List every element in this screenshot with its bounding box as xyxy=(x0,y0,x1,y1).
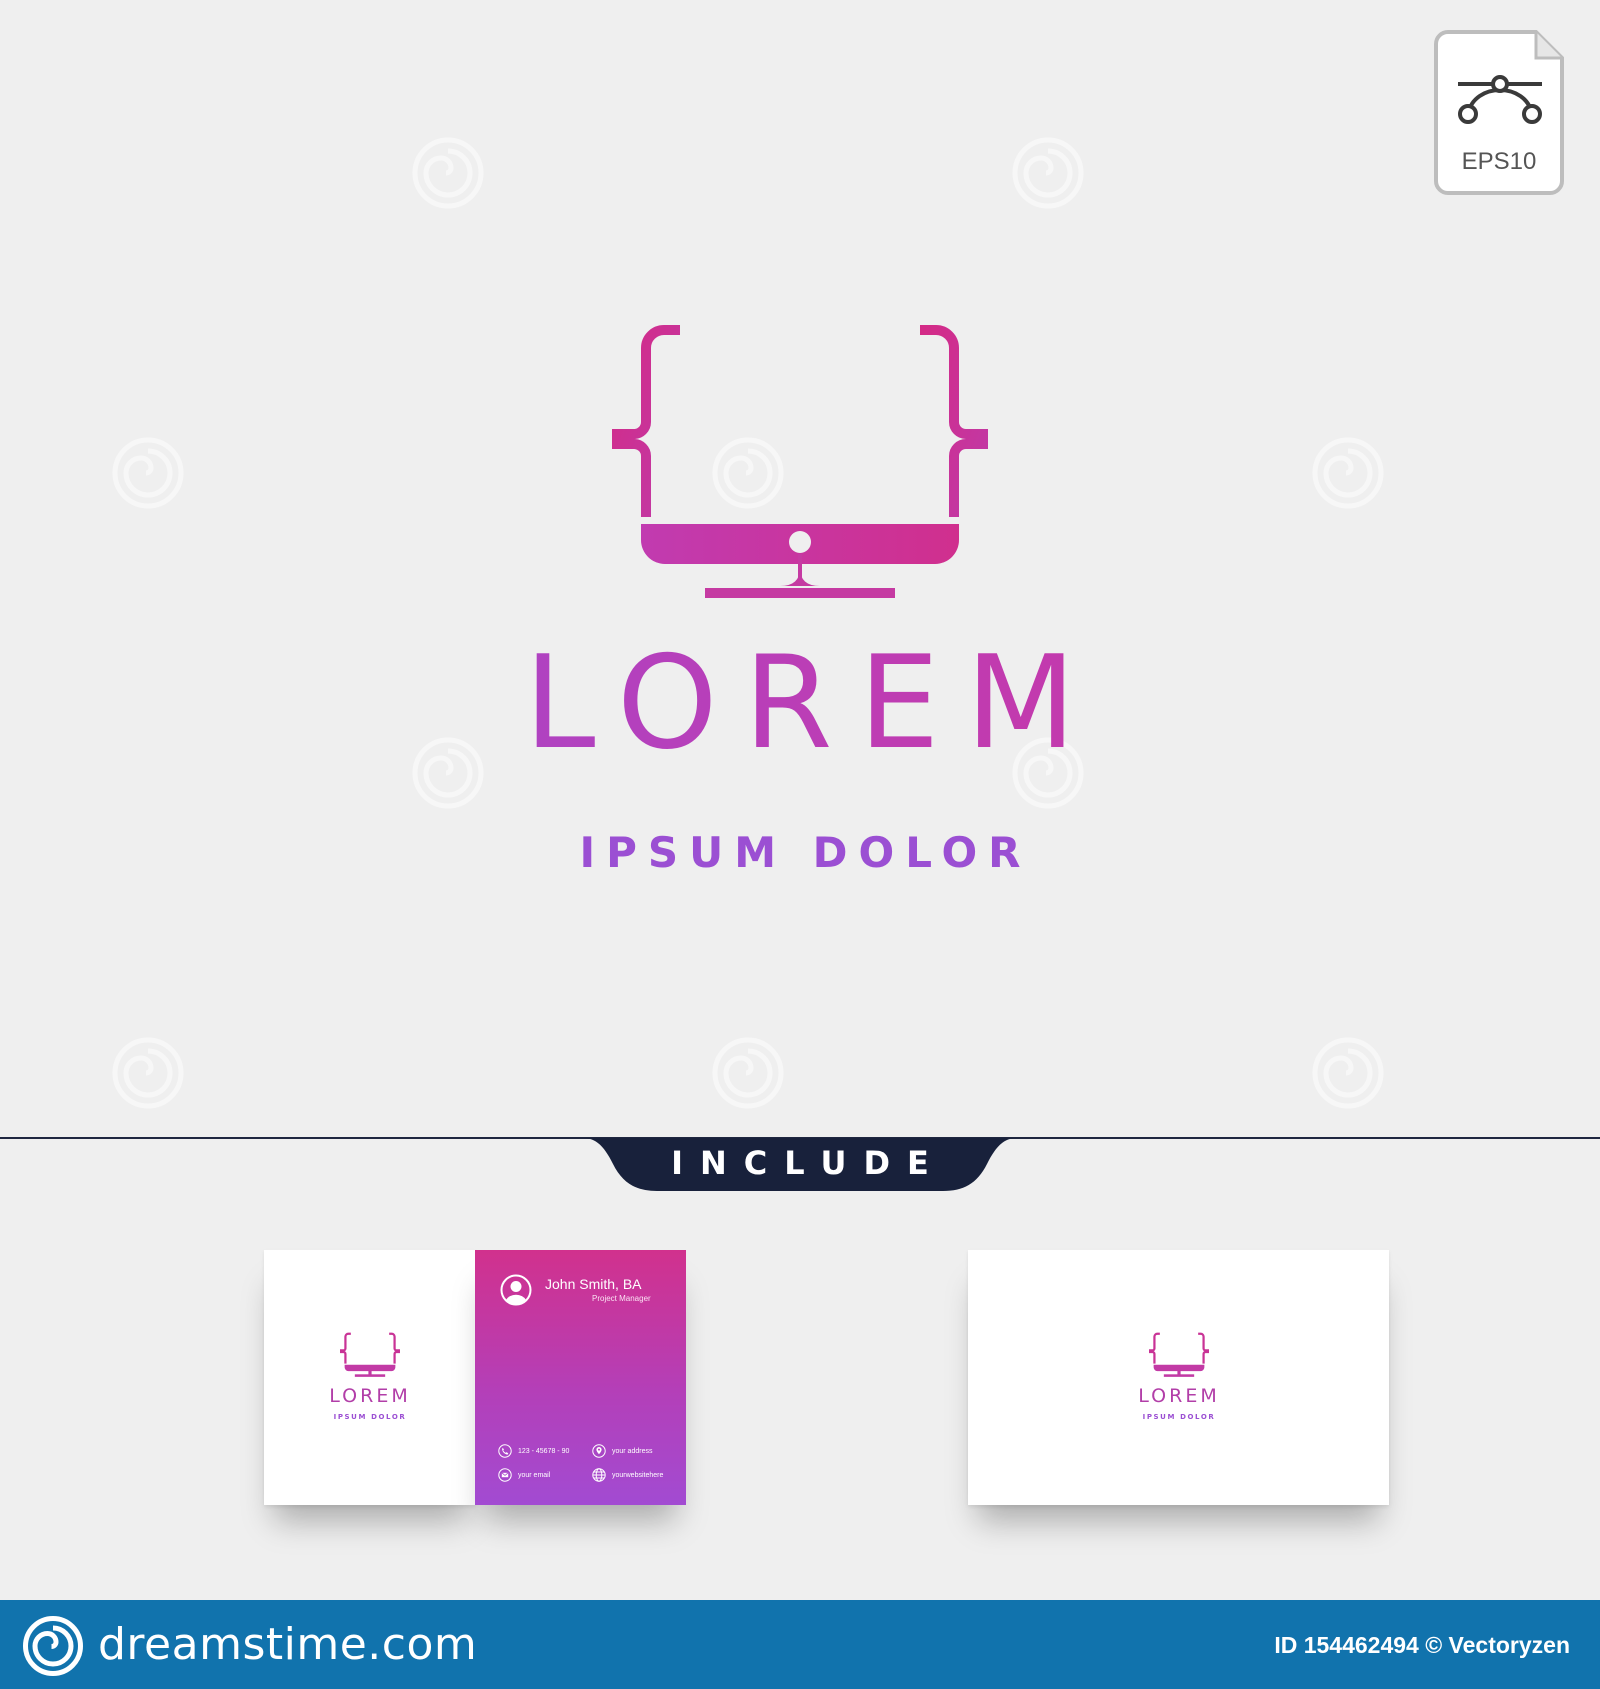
card-address-row: your address xyxy=(592,1444,652,1458)
watermark-swirl-icon xyxy=(712,1037,784,1109)
card-address: your address xyxy=(612,1447,653,1455)
include-label: INCLUDE xyxy=(671,1144,946,1182)
watermark-swirl-icon xyxy=(1312,1037,1384,1109)
card-website: yourwebsitehere xyxy=(612,1471,664,1479)
card-logo-title: LOREM xyxy=(329,1385,411,1407)
eps-label: EPS10 xyxy=(1461,148,1537,175)
eps-format-badge: EPS10 xyxy=(1434,30,1564,195)
watermark-swirl-icon xyxy=(112,1037,184,1109)
logo-subtitle: IPSUM DOLOR xyxy=(579,828,1032,877)
logo-title: LOREM xyxy=(0,640,1600,768)
business-card-back: LOREM IPSUM DOLOR xyxy=(968,1250,1389,1505)
footer-brand[interactable]: dreamstime.com xyxy=(98,1618,477,1672)
card-email: your email xyxy=(518,1471,551,1479)
monitor-braces-icon xyxy=(612,325,988,598)
card-email-row: your email xyxy=(498,1468,550,1482)
dreamstime-swirl-icon xyxy=(23,1616,83,1676)
card-website-row: yourwebsitehere xyxy=(592,1468,663,1482)
card-person-role: Project Manager xyxy=(592,1294,651,1303)
business-card-contact: John Smith, BA Project Manager 123 - 456… xyxy=(475,1250,686,1505)
card-back-logo-title: LOREM xyxy=(1138,1385,1220,1407)
email-icon xyxy=(498,1468,512,1482)
card-phone: 123 - 45678 - 90 xyxy=(518,1447,570,1455)
location-pin-icon xyxy=(592,1444,606,1458)
card-logo-subtitle: IPSUM DOLOR xyxy=(333,1413,407,1421)
monitor-braces-icon xyxy=(1149,1332,1209,1377)
stock-preview: EPS10 LOREM IPSUM DOLOR INCLUDE LOREM IP… xyxy=(0,0,1600,1689)
card-person-name: John Smith, BA xyxy=(545,1276,642,1292)
watermark-swirl-icon xyxy=(1312,437,1384,509)
watermark-swirl-icon xyxy=(412,137,484,209)
phone-icon xyxy=(498,1444,512,1458)
watermark-swirl-icon xyxy=(1012,137,1084,209)
user-avatar-icon xyxy=(500,1274,532,1306)
footer-bar: dreamstime.com ID 154462494 © Vectoryzen xyxy=(0,1600,1600,1689)
card-back-logo-subtitle: IPSUM DOLOR xyxy=(1142,1413,1216,1421)
globe-icon xyxy=(592,1468,606,1482)
bezier-curve-icon xyxy=(1458,75,1542,124)
watermark-swirl-icon xyxy=(112,437,184,509)
monitor-braces-icon xyxy=(340,1332,400,1377)
footer-image-id: ID 154462494 © Vectoryzen xyxy=(1274,1632,1570,1658)
card-phone-row: 123 - 45678 - 90 xyxy=(498,1444,569,1458)
business-card-front-logo: LOREM IPSUM DOLOR xyxy=(264,1250,476,1505)
